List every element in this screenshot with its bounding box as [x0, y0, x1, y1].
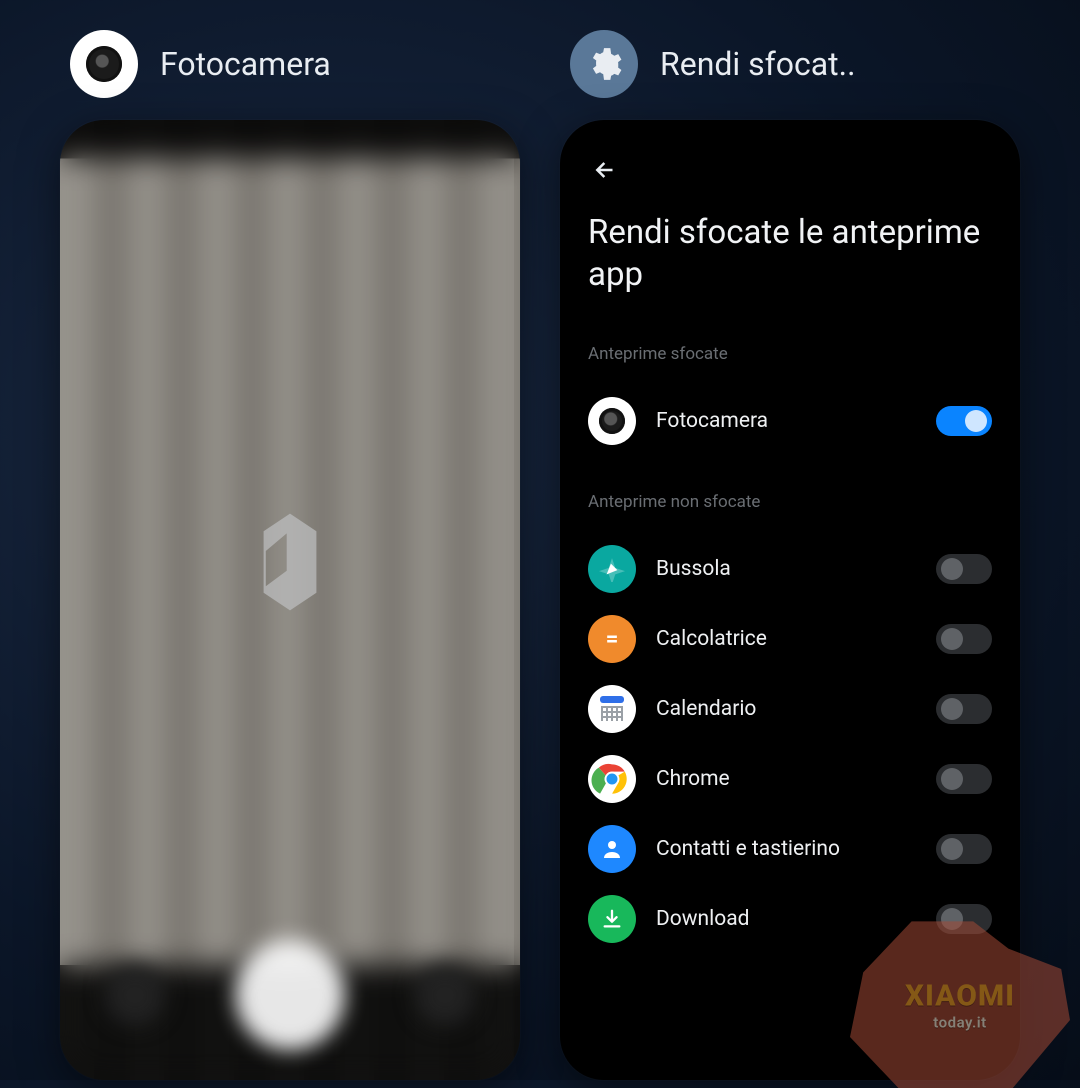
miui-logo-icon: [235, 507, 345, 617]
camera-icon: [588, 397, 636, 445]
toggle-calendario[interactable]: [936, 694, 992, 724]
page-title: Rendi sfocate le anteprime app: [588, 212, 992, 296]
calendar-icon: [588, 685, 636, 733]
recents-card-settings[interactable]: Rendi sfocat.. Rendi sfocate le anteprim…: [560, 30, 1020, 1080]
card-title: Fotocamera: [160, 45, 331, 83]
app-row-bussola[interactable]: Bussola: [588, 534, 992, 604]
back-button[interactable]: [588, 156, 616, 184]
section-blurred-label: Anteprime sfocate: [588, 344, 992, 364]
card-header: Fotocamera: [60, 30, 520, 98]
app-row-contatti[interactable]: Contatti e tastierino: [588, 814, 992, 884]
toggle-fotocamera[interactable]: [936, 406, 992, 436]
app-name: Chrome: [656, 767, 916, 791]
app-row-chrome[interactable]: Chrome: [588, 744, 992, 814]
toggle-calcolatrice[interactable]: [936, 624, 992, 654]
download-icon: [588, 895, 636, 943]
calculator-icon: =: [588, 615, 636, 663]
toggle-bussola[interactable]: [936, 554, 992, 584]
toggle-chrome[interactable]: [936, 764, 992, 794]
blurred-preview[interactable]: [60, 120, 520, 1080]
app-name: Bussola: [656, 557, 916, 581]
settings-blur-previews-screen[interactable]: Rendi sfocate le anteprime app Anteprime…: [560, 120, 1020, 1080]
app-row-calendario[interactable]: Calendario: [588, 674, 992, 744]
camera-icon: [70, 30, 138, 98]
recents-card-fotocamera[interactable]: Fotocamera: [60, 30, 520, 1080]
section-clear-label: Anteprime non sfocate: [588, 492, 992, 512]
gear-icon: [570, 30, 638, 98]
app-name: Calendario: [656, 697, 916, 721]
compass-icon: [588, 545, 636, 593]
camera-controls-blurred: [60, 940, 520, 1050]
app-row-calcolatrice[interactable]: = Calcolatrice: [588, 604, 992, 674]
toggle-download[interactable]: [936, 904, 992, 934]
app-row-fotocamera[interactable]: Fotocamera: [588, 386, 992, 456]
recents-view: Fotocamera Rendi sfocat.. Rendi sfocate …: [0, 0, 1080, 1080]
card-header: Rendi sfocat..: [560, 30, 1020, 98]
app-row-download[interactable]: Download: [588, 884, 992, 954]
chrome-icon: [588, 755, 636, 803]
app-name: Contatti e tastierino: [656, 837, 916, 861]
toggle-contatti[interactable]: [936, 834, 992, 864]
app-name: Calcolatrice: [656, 627, 916, 651]
app-name: Fotocamera: [656, 409, 916, 433]
app-name: Download: [656, 907, 916, 931]
contacts-icon: [588, 825, 636, 873]
card-title: Rendi sfocat..: [660, 45, 856, 83]
